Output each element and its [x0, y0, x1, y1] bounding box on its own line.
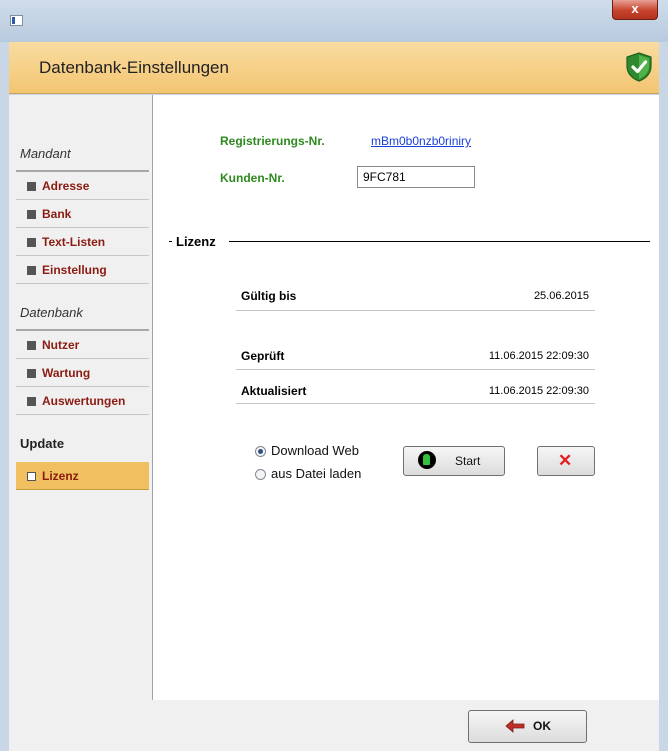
registrierungs-nr-label: Registrierungs-Nr.: [220, 134, 325, 148]
radio-download-web[interactable]: [255, 446, 266, 457]
lizenz-group-title: Lizenz: [176, 234, 216, 249]
sidebar-item-auswertungen[interactable]: Auswertungen: [16, 387, 149, 415]
bullet-icon: [27, 369, 36, 378]
bullet-icon: [27, 472, 36, 481]
geprueft-label: Geprüft: [241, 349, 285, 363]
bullet-icon: [27, 341, 36, 350]
aktualisiert-label: Aktualisiert: [241, 384, 307, 398]
gueltig-bis-value: 25.06.2015: [533, 290, 589, 302]
section-mandant: Mandant: [20, 146, 71, 161]
return-arrow-icon: [505, 719, 525, 733]
bullet-icon: [27, 182, 36, 191]
gueltig-bis-label: Gültig bis: [241, 289, 297, 303]
sidebar-item-wartung[interactable]: Wartung: [16, 359, 149, 387]
kunden-nr-label: Kunden-Nr.: [220, 171, 285, 185]
row-divider: [236, 403, 595, 404]
ok-button[interactable]: [468, 710, 587, 743]
group-tick: [169, 241, 172, 242]
radio-download-web-label[interactable]: Download Web: [271, 443, 359, 458]
kunden-nr-field[interactable]: 9FC781: [357, 166, 475, 188]
app-icon: [10, 15, 23, 26]
radio-aus-datei-label[interactable]: aus Datei laden: [271, 466, 361, 481]
geprueft-value: 11.06.2015 22:09:30: [488, 350, 589, 362]
row-divider: [236, 369, 595, 370]
traffic-light-go-icon: [418, 451, 436, 469]
bullet-icon: [27, 238, 36, 247]
sidebar-item-text-listen[interactable]: Text-Listen: [16, 228, 149, 256]
sidebar-item-einstellung[interactable]: Einstellung: [16, 256, 149, 284]
bullet-icon: [27, 266, 36, 275]
sidebar-item-adresse[interactable]: Adresse: [16, 172, 149, 200]
dialog-title: Datenbank-Einstellungen: [39, 58, 229, 77]
bullet-icon: [27, 210, 36, 219]
sidebar-item-nutzer[interactable]: Nutzer: [16, 331, 149, 359]
aktualisiert-value: 11.06.2015 22:09:30: [488, 385, 589, 397]
registrierungs-nr-link[interactable]: mBm0b0nzb0riniry: [371, 134, 471, 148]
section-update: Update: [20, 436, 65, 451]
bullet-icon: [27, 397, 36, 406]
lizenz-group-line: [229, 241, 650, 242]
close-x-icon: ✕: [558, 451, 573, 470]
section-datenbank: Datenbank: [20, 305, 83, 320]
sidebar-item-bank[interactable]: Bank: [16, 200, 149, 228]
row-divider: [236, 310, 595, 311]
window-titlebar: [0, 0, 668, 42]
close-button[interactable]: x: [612, 0, 658, 20]
start-button-label: Start: [455, 454, 481, 468]
ok-button-label: OK: [533, 719, 551, 733]
shield-check-icon: [625, 52, 653, 82]
sidebar-item-lizenz[interactable]: Lizenz: [16, 462, 149, 490]
radio-aus-datei[interactable]: [255, 469, 266, 480]
